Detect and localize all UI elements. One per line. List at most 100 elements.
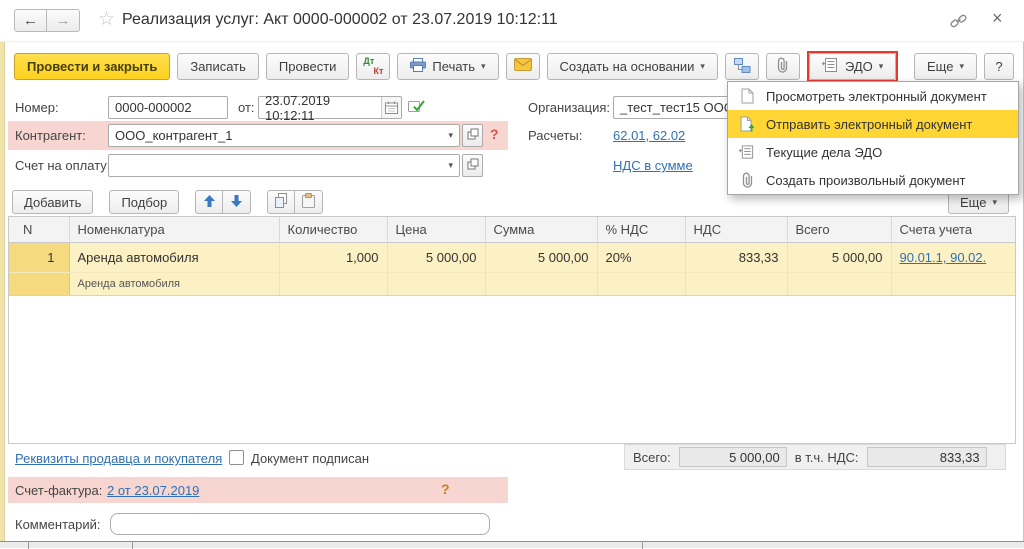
counterparty-open-button[interactable] — [462, 124, 483, 147]
col-header-quantity[interactable]: Количество — [279, 217, 387, 243]
cell-price[interactable]: 5 000,00 — [387, 243, 485, 273]
forward-button[interactable]: → — [47, 9, 80, 32]
get-link-icon[interactable] — [950, 13, 967, 34]
menu-item-send-electronic-document[interactable]: Отправить электронный документ — [728, 110, 1018, 138]
table-row[interactable]: 1 Аренда автомобиля 1,000 5 000,00 5 000… — [9, 243, 1016, 273]
chevron-down-icon: ▾ — [879, 61, 884, 72]
document-signed-checkbox[interactable] — [229, 450, 244, 465]
counterparty-field[interactable]: ООО_контрагент_1 ▾ — [108, 124, 460, 147]
dt-kt-postings-button[interactable]: ДтКт — [356, 53, 390, 80]
menu-item-label: Создать произвольный документ — [766, 173, 966, 188]
vat-in-sum-link[interactable]: НДС в сумме — [613, 158, 693, 173]
navigation-buttons: ← → — [14, 9, 80, 32]
move-up-button[interactable] — [195, 190, 223, 214]
comment-field[interactable] — [110, 513, 490, 535]
close-icon[interactable]: × — [992, 8, 1003, 29]
write-check-icon[interactable] — [408, 99, 425, 119]
favorites-star-icon[interactable]: ☆ — [98, 8, 115, 31]
more-button-label: Еще — [927, 59, 953, 74]
add-row-button[interactable]: Добавить — [12, 190, 93, 214]
menu-item-view-electronic-document[interactable]: Просмотреть электронный документ — [728, 82, 1018, 110]
page-title: Реализация услуг: Акт 0000-000002 от 23.… — [122, 11, 558, 29]
title-bar: ← → ☆ Реализация услуг: Акт 0000-000002 … — [0, 0, 1024, 42]
post-and-close-button[interactable]: Провести и закрыть — [14, 53, 170, 80]
items-more-label: Еще — [960, 195, 986, 210]
chevron-down-icon[interactable]: ▾ — [444, 160, 453, 171]
help-button[interactable]: ? — [984, 53, 1014, 80]
menu-item-label: Просмотреть электронный документ — [766, 89, 987, 104]
menu-item-label: Текущие дела ЭДО — [766, 145, 882, 160]
document-structure-icon — [733, 57, 751, 76]
col-header-accounts[interactable]: Счета учета — [891, 217, 1016, 243]
document-window: ← → ☆ Реализация услуг: Акт 0000-000002 … — [0, 0, 1024, 548]
table-header-row: N Номенклатура Количество Цена Сумма % Н… — [9, 217, 1016, 243]
document-signed-label: Документ подписан — [251, 451, 369, 466]
col-header-sum[interactable]: Сумма — [485, 217, 597, 243]
related-documents-button[interactable] — [725, 53, 759, 80]
payment-invoice-field[interactable]: ▾ — [108, 154, 460, 177]
seller-buyer-requisites-link[interactable]: Реквизиты продавца и покупателя — [15, 451, 222, 466]
cell-accounts: 90.01.1, 90.02. — [891, 243, 1016, 273]
pick-items-button[interactable]: Подбор — [109, 190, 179, 214]
create-based-on-button[interactable]: Создать на основании ▾ — [547, 53, 718, 80]
cell-content[interactable]: Аренда автомобиля — [69, 273, 279, 296]
chevron-down-icon: ▾ — [992, 197, 997, 208]
paste-clipboard-icon — [302, 193, 315, 211]
number-field[interactable]: 0000-000002 — [108, 96, 228, 119]
comment-label: Комментарий: — [15, 517, 101, 532]
settlements-accounts-link[interactable]: 62.01, 62.02 — [613, 128, 685, 143]
col-header-price[interactable]: Цена — [387, 217, 485, 243]
invoice-label: Счет-фактура: — [15, 483, 102, 498]
date-field[interactable]: 23.07.2019 10:12:11 — [258, 96, 402, 119]
menu-item-current-edo-tasks[interactable]: Текущие дела ЭДО — [728, 138, 1018, 166]
cell-quantity[interactable]: 1,000 — [279, 243, 387, 273]
back-arrow-icon: ← — [23, 12, 38, 29]
chevron-down-icon: ▾ — [481, 61, 486, 72]
send-email-button[interactable] — [506, 53, 540, 80]
cell-n[interactable]: 1 — [9, 243, 69, 273]
cell-sum[interactable]: 5 000,00 — [485, 243, 597, 273]
col-header-n[interactable]: N — [9, 217, 69, 243]
attachments-button[interactable] — [766, 53, 800, 80]
col-header-nomenclature[interactable]: Номенклатура — [69, 217, 279, 243]
accounts-link[interactable]: 90.01.1, 90.02. — [900, 250, 987, 265]
print-button[interactable]: Печать ▾ — [397, 53, 498, 80]
date-label: от: — [238, 100, 255, 115]
open-window-icon — [467, 127, 479, 145]
chevron-down-icon[interactable]: ▾ — [444, 130, 453, 141]
edo-button[interactable]: ЭДО ▾ — [809, 53, 896, 80]
settlements-label: Расчеты: — [528, 128, 582, 143]
background-grid-strip — [0, 541, 1024, 548]
col-header-vat-rate[interactable]: % НДС — [597, 217, 685, 243]
cell-vat-rate[interactable]: 20% — [597, 243, 685, 273]
dt-kt-icon: ДтКт — [363, 57, 383, 76]
chevron-down-icon: ▾ — [700, 61, 705, 72]
counterparty-help-icon[interactable]: ? — [490, 126, 499, 142]
cell-total[interactable]: 5 000,00 — [787, 243, 891, 273]
move-down-button[interactable] — [223, 190, 251, 214]
post-button[interactable]: Провести — [266, 53, 350, 80]
cell-nomenclature[interactable]: Аренда автомобиля — [69, 243, 279, 273]
table-row-content-line[interactable]: Аренда автомобиля — [9, 273, 1016, 296]
menu-item-create-arbitrary-document[interactable]: Создать произвольный документ — [728, 166, 1018, 194]
vat-total-label: в т.ч. НДС: — [795, 450, 859, 465]
invoice-help-icon[interactable]: ? — [441, 481, 450, 497]
save-button[interactable]: Записать — [177, 53, 259, 80]
chevron-down-icon: ▾ — [959, 61, 964, 72]
send-document-icon — [739, 116, 755, 132]
create-based-on-label: Создать на основании — [560, 59, 695, 74]
edo-exchange-icon — [739, 145, 755, 159]
payment-invoice-open-button[interactable] — [462, 154, 483, 177]
total-label: Всего: — [633, 450, 671, 465]
paperclip-icon — [739, 172, 755, 188]
copy-button[interactable] — [267, 190, 295, 214]
col-header-total[interactable]: Всего — [787, 217, 891, 243]
more-button[interactable]: Еще ▾ — [914, 53, 977, 80]
calendar-icon[interactable] — [381, 97, 401, 118]
invoice-link[interactable]: 2 от 23.07.2019 — [107, 483, 199, 498]
paste-button[interactable] — [295, 190, 323, 214]
col-header-vat[interactable]: НДС — [685, 217, 787, 243]
cell-vat[interactable]: 833,33 — [685, 243, 787, 273]
back-button[interactable]: ← — [14, 9, 47, 32]
printer-icon — [410, 58, 426, 75]
